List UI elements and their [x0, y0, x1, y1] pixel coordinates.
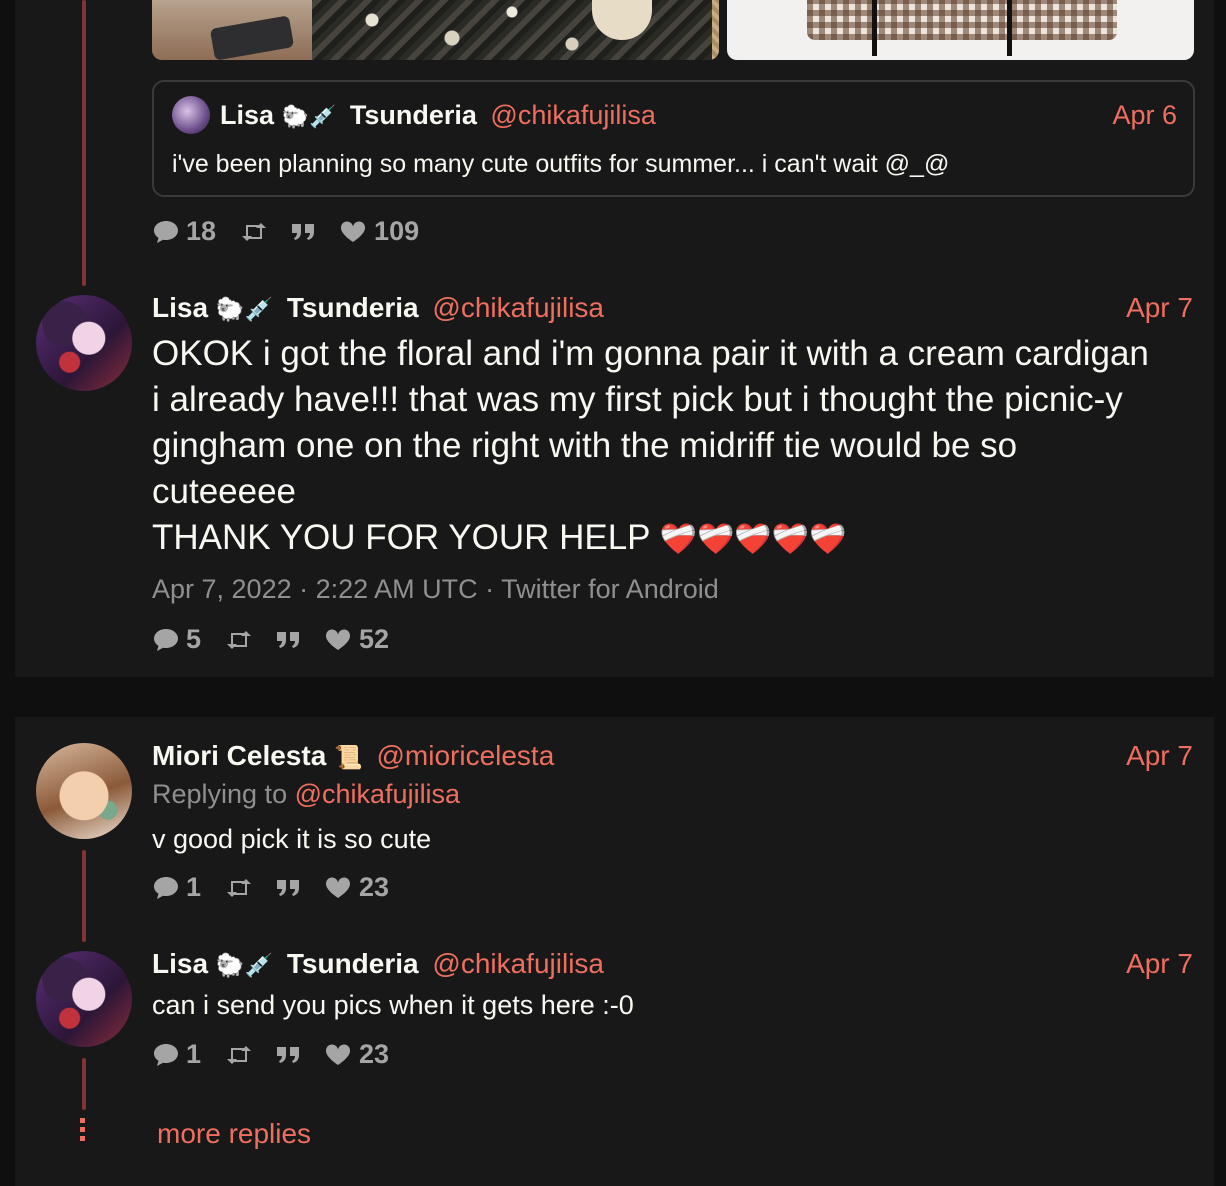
tweet-text-line: OKOK i got the floral and i'm gonna pair… — [152, 334, 1149, 373]
avatar[interactable] — [36, 295, 132, 391]
more-replies-link[interactable]: more replies — [157, 1118, 311, 1150]
avatar[interactable] — [172, 96, 210, 134]
user-handle[interactable]: @mioricelesta — [376, 740, 554, 771]
tweet-date[interactable]: Apr 7 — [1126, 948, 1193, 980]
tweet-stats: 5 52 — [152, 624, 389, 655]
image-region-gingham — [807, 0, 1117, 40]
avatar[interactable] — [36, 743, 132, 839]
reply-header: Lisa 🐑💉 Tsunderia @chikafujilisa — [152, 948, 604, 980]
name-emoji: 🐑💉 — [215, 953, 274, 979]
reply-text: can i send you pics when it gets here :-… — [152, 990, 634, 1020]
like-count: 52 — [359, 624, 390, 654]
quote-icon[interactable] — [275, 878, 301, 898]
retweet-icon[interactable] — [225, 629, 253, 651]
user-handle[interactable]: @chikafujilisa — [432, 292, 604, 323]
retweet-icon[interactable] — [225, 1044, 253, 1066]
tweet-text-line: cuteeeee — [152, 472, 297, 511]
reply-count: 1 — [186, 1039, 202, 1069]
like-stat[interactable]: 52 — [325, 624, 389, 655]
like-count: 109 — [374, 216, 420, 246]
avatar[interactable] — [36, 951, 132, 1047]
comment-icon — [152, 875, 180, 901]
more-dots-icon — [80, 1118, 88, 1145]
attachment-image-floral-dress[interactable] — [152, 0, 719, 60]
heart-icon — [325, 876, 351, 899]
like-stat[interactable]: 109 — [340, 216, 419, 247]
reply-text: v good pick it is so cute — [152, 824, 432, 854]
tweet-stats: 1 23 — [152, 872, 389, 903]
like-stat[interactable]: 23 — [325, 872, 389, 903]
quoted-tweet-card[interactable]: Lisa 🐑💉 Tsunderia @chikafujilisa Apr 6 i… — [152, 80, 1195, 197]
like-count: 23 — [359, 1039, 390, 1069]
reply-count: 5 — [186, 624, 202, 654]
heart-icon — [325, 1043, 351, 1066]
tweet-text: THANK YOU FOR YOUR HELP — [152, 518, 650, 557]
tweet-text-line: gingham one on the right with the midrif… — [152, 426, 1018, 465]
tweet-date[interactable]: Apr 7 — [1126, 292, 1193, 324]
replying-to: Replying to @chikafujilisa — [152, 779, 460, 810]
tweet-date[interactable]: Apr 7 — [1126, 740, 1193, 772]
tweet-stats: 1 23 — [152, 1039, 389, 1070]
reply-stat[interactable]: 1 — [152, 872, 201, 903]
user-handle[interactable]: @chikafujilisa — [432, 948, 604, 979]
tweet-stats: 18 109 — [152, 216, 419, 247]
reply-stat[interactable]: 18 — [152, 216, 216, 247]
attachment-image-gingham-dress[interactable] — [727, 0, 1194, 60]
quoted-tweet-text: i've been planning so many cute outfits … — [172, 150, 950, 178]
retweet-icon[interactable] — [240, 221, 268, 243]
image-region-basket — [712, 0, 719, 60]
quote-icon[interactable] — [275, 1045, 301, 1065]
display-name[interactable]: Lisa — [152, 292, 208, 323]
like-count: 23 — [359, 872, 390, 902]
replying-to-label: Replying to — [152, 779, 288, 809]
heart-icon — [325, 628, 351, 651]
image-region-hanger — [872, 0, 877, 56]
tweet-text-line: THANK YOU FOR YOUR HELP ❤️‍🩹❤️‍🩹❤️‍🩹❤️‍🩹… — [152, 515, 1149, 563]
thread-line — [82, 0, 86, 286]
comment-icon — [152, 219, 180, 245]
reply-count: 18 — [186, 216, 217, 246]
reply-stat[interactable]: 5 — [152, 624, 201, 655]
reply-header: Miori Celesta 📜 @mioricelesta — [152, 740, 554, 772]
quote-icon[interactable] — [290, 222, 316, 242]
name-emoji: 🐑💉 — [215, 297, 274, 323]
quoted-tweet-header: Lisa 🐑💉 Tsunderia @chikafujilisa — [220, 100, 656, 131]
tweet-date[interactable]: Apr 6 — [1112, 100, 1177, 131]
tweet-published-meta[interactable]: Apr 7, 2022 · 2:22 AM UTC · Twitter for … — [152, 574, 719, 605]
image-region-hanger — [1007, 0, 1012, 56]
display-name-suffix[interactable]: Tsunderia — [287, 292, 419, 323]
name-emoji: 📜 — [334, 745, 363, 771]
retweet-icon[interactable] — [225, 877, 253, 899]
display-name[interactable]: Lisa — [220, 100, 274, 130]
tweet-text-line: i already have!!! that was my first pick… — [152, 380, 1123, 419]
display-name[interactable]: Lisa — [152, 948, 208, 979]
thread-line — [82, 850, 86, 942]
thread-line — [82, 1058, 86, 1110]
mending-heart-emoji: ❤️‍🩹❤️‍🩹❤️‍🩹❤️‍🩹❤️‍🩹 — [659, 522, 847, 557]
heart-icon — [340, 220, 366, 243]
reply-stat[interactable]: 1 — [152, 1039, 201, 1070]
display-name-suffix[interactable]: Tsunderia — [287, 948, 419, 979]
image-region-sleeve — [592, 0, 652, 40]
user-handle[interactable]: @chikafujilisa — [490, 100, 655, 130]
tweet-header: Lisa 🐑💉 Tsunderia @chikafujilisa — [152, 292, 604, 324]
comment-icon — [152, 1042, 180, 1068]
comment-icon — [152, 627, 180, 653]
tweet-body: OKOK i got the floral and i'm gonna pair… — [152, 331, 1149, 563]
display-name-suffix[interactable]: Tsunderia — [350, 100, 477, 130]
image-region-table — [152, 0, 312, 60]
quote-icon[interactable] — [275, 630, 301, 650]
display-name[interactable]: Miori Celesta — [152, 740, 326, 771]
like-stat[interactable]: 23 — [325, 1039, 389, 1070]
reply-count: 1 — [186, 872, 202, 902]
replying-to-handle[interactable]: @chikafujilisa — [295, 779, 460, 809]
name-emoji: 🐑💉 — [281, 105, 337, 130]
